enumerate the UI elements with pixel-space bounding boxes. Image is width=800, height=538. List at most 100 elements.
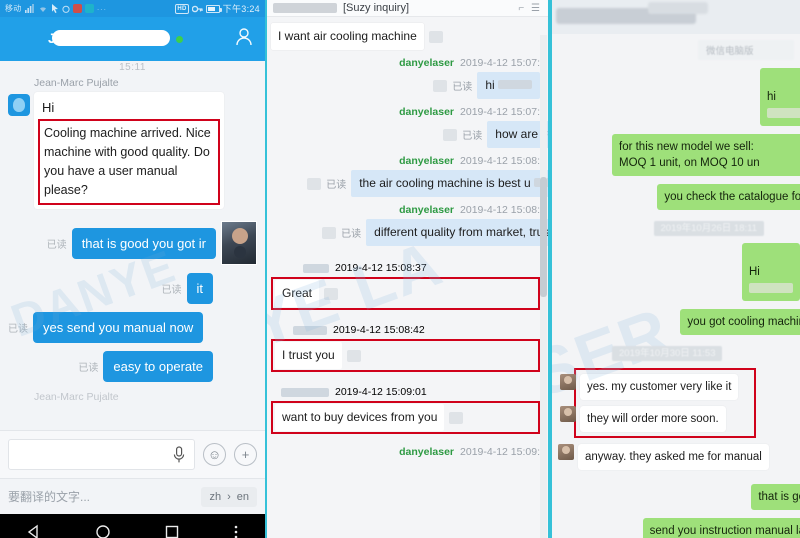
wechat-window-header (552, 0, 800, 34)
wechat-system-row: 微信电脑版 (558, 40, 794, 60)
im-outgoing-bubble[interactable]: the air cooling machine is best u (351, 170, 548, 197)
sender-name-next: Jean-Marc Pujalte (34, 391, 119, 403)
outgoing-message-row: 已读 yes send you manual now (8, 312, 257, 343)
im-message-meta: danyelaser 2019-4-12 15:08: (271, 204, 540, 216)
wechat-source-tag: 微信电脑版 (698, 40, 794, 60)
im-sender-nick: danyelaser (399, 204, 455, 216)
im-window-controls[interactable]: ⌐ ☰ (518, 3, 542, 14)
highlighted-incoming-row: want to buy devices from you (271, 401, 540, 434)
outgoing-bubble[interactable]: it (186, 273, 213, 304)
im-message-meta: danyelaser 2019-4-12 15:07: (271, 106, 540, 118)
mobile-status-bar: 移动 ··· HD 下午3:24 (0, 0, 265, 17)
lang-from-label: zh (209, 490, 222, 503)
im-outgoing-bubble[interactable]: different quality from market, trust m (366, 219, 548, 246)
signal-icon (24, 4, 34, 13)
wechat-outgoing-bubble[interactable]: Hi (742, 243, 800, 301)
app-teal-icon (84, 4, 94, 13)
read-receipt: 已读 (78, 363, 99, 374)
back-triangle-icon[interactable] (26, 524, 42, 538)
person-icon[interactable] (233, 26, 255, 53)
incoming-greeting-text: Hi (42, 100, 55, 115)
im-message-meta: danyelaser 2019-4-12 15:08: (271, 155, 540, 167)
outgoing-bubble[interactable]: easy to operate (103, 351, 213, 382)
im-window-header: [Suzy inquiry] ⌐ ☰ (267, 0, 548, 17)
android-navbar (0, 514, 265, 538)
im-timestamp: 2019-4-12 15:07: (460, 57, 540, 69)
status-placeholder-icon (433, 79, 448, 92)
mobile-chat-panel: 移动 ··· HD 下午3:24 DANYE 15:11 Jean-Marc P… (0, 0, 265, 538)
wechat-outgoing-bubble[interactable]: send you instruction manual la (642, 518, 800, 538)
status-placeholder-icon (443, 128, 458, 141)
wechat-outgoing-row: that is go (558, 484, 800, 510)
im-incoming-bubble[interactable]: want to buy devices from you (275, 404, 445, 431)
contact-name-redaction (52, 30, 170, 46)
mobile-message-list[interactable]: DANYE 15:11 Jean-Marc Pujalte Hi Cooling… (0, 61, 265, 430)
highlighted-incoming-text: Cooling machine arrived. Nice machine wi… (38, 119, 220, 205)
wechat-incoming-bubble[interactable]: yes. my customer very like it (580, 374, 739, 400)
highlighted-incoming-row: I trust you (271, 339, 540, 372)
message-input[interactable] (8, 439, 195, 470)
plus-icon[interactable]: + (234, 443, 257, 466)
im-timestamp: 2019-4-12 15:09: (460, 446, 540, 458)
microphone-icon[interactable] (172, 445, 186, 464)
wechat-outgoing-row: you check the catalogue for (558, 184, 800, 210)
wechat-outgoing-row: Hi (558, 243, 800, 301)
status-placeholder-icon (322, 226, 337, 239)
wechat-incoming-bubble[interactable]: they will order more soon. (580, 406, 726, 432)
attachment-placeholder-icon (346, 349, 361, 362)
key-icon (191, 5, 203, 12)
im-message-row: 已读 the air cooling machine is best u (271, 170, 548, 197)
attachment-placeholder-icon (449, 411, 464, 424)
wechat-outgoing-bubble[interactable]: that is go (751, 484, 800, 510)
im-message-meta: danyelaser 2019-4-12 15:07: (271, 57, 540, 69)
home-circle-icon[interactable] (95, 524, 111, 538)
language-toggle[interactable]: zh › en (201, 486, 257, 507)
im-outgoing-text: hi (485, 78, 495, 92)
overflow-menu-icon[interactable] (233, 524, 239, 538)
wechat-outgoing-bubble[interactable]: hi (760, 68, 800, 126)
im-incoming-bubble[interactable]: I want air cooling machine (271, 23, 424, 50)
cursor-icon (51, 4, 58, 13)
outgoing-bubble[interactable]: yes send you manual now (33, 312, 204, 343)
sender-name: Jean-Marc Pujalte (34, 77, 119, 89)
lang-to-label: en (236, 490, 249, 503)
desktop-im-panel: [Suzy inquiry] ⌐ ☰ YE LA I want air cool… (265, 0, 550, 538)
im-sender-nick: danyelaser (399, 155, 455, 167)
read-receipt: 已读 (8, 324, 28, 335)
im-outgoing-bubble[interactable]: hi (477, 72, 540, 99)
im-contact-redaction (273, 3, 337, 13)
read-receipt: 已读 (46, 239, 67, 251)
mobile-app-header: J (0, 17, 265, 61)
translate-input[interactable]: 要翻译的文字... (8, 488, 90, 505)
wechat-outgoing-bubble[interactable]: you check the catalogue for (657, 184, 800, 210)
im-scrollbar-thumb[interactable] (540, 177, 547, 297)
im-message-meta: 2019-4-12 15:08:42 (271, 324, 540, 336)
wechat-incoming-bubble[interactable]: anyway. they asked me for manual (578, 444, 769, 470)
im-sender-nick: danyelaser (399, 446, 455, 458)
im-message-row: 已读 how are yo (271, 121, 548, 148)
im-conversation-title: [Suzy inquiry] (343, 2, 410, 14)
redaction-block (281, 387, 329, 397)
outgoing-bubble[interactable]: that is good you got ir (71, 227, 216, 259)
im-outgoing-bubble[interactable]: how are yo (487, 121, 548, 148)
wechat-outgoing-row: for this new model we sell: MOQ 1 unit, … (558, 134, 800, 176)
im-message-row: 已读 hi (271, 72, 540, 99)
wechat-date-separator: 2019年10月26日 18:11 (558, 218, 794, 236)
wechat-outgoing-text: hi (767, 91, 776, 103)
im-message-list[interactable]: YE LA I want air cooling machine danyela… (267, 17, 548, 538)
wechat-message-list[interactable]: SER 微信电脑版 hi for this new model we sell:… (552, 34, 800, 538)
wechat-outgoing-text: Hi (749, 266, 760, 278)
im-incoming-bubble[interactable]: Great (275, 280, 320, 307)
translate-bar: 要翻译的文字... zh › en (0, 478, 265, 514)
redaction-block (749, 282, 793, 293)
incoming-message-group: Hi Cooling machine arrived. Nice machine… (8, 92, 257, 209)
smiley-icon[interactable]: ☺ (203, 443, 226, 466)
recents-square-icon[interactable] (164, 524, 180, 538)
incoming-bubble[interactable]: Hi Cooling machine arrived. Nice machine… (34, 92, 224, 209)
im-incoming-bubble[interactable]: I trust you (275, 342, 342, 369)
alarm-icon (62, 5, 70, 13)
peer-avatar (8, 94, 30, 116)
wechat-outgoing-bubble[interactable]: you got cooling machin (680, 309, 800, 335)
clock-label: 下午3:24 (222, 4, 260, 14)
wechat-outgoing-bubble[interactable]: for this new model we sell: MOQ 1 unit, … (612, 134, 800, 176)
